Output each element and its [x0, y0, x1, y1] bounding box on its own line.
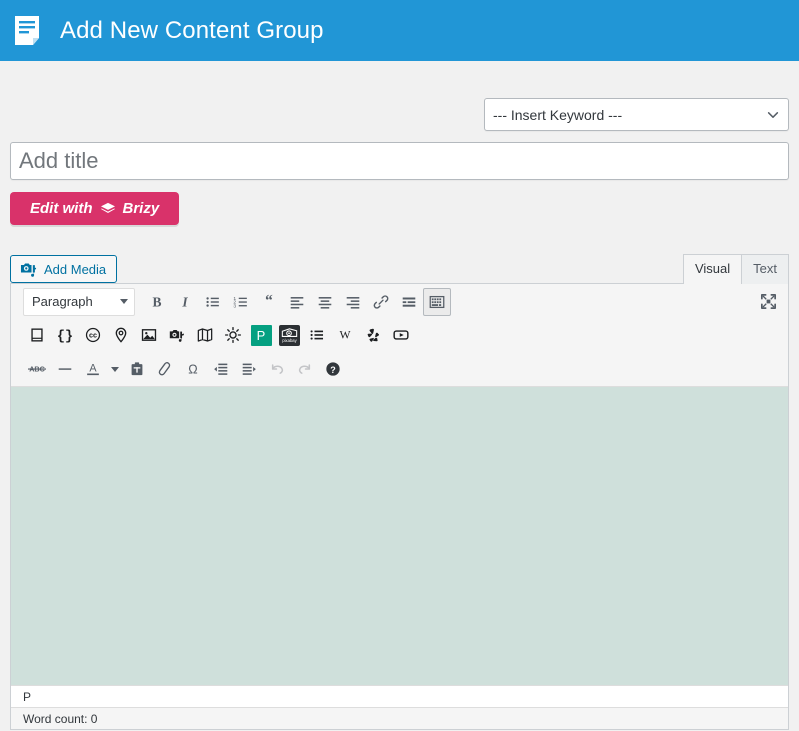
editor-frame: Paragraph B I 1 2 3 “ {} cc P pixabay W …: [10, 283, 789, 730]
title-input[interactable]: [10, 142, 789, 180]
page-content: --- Insert Keyword --- Edit with: [0, 61, 799, 730]
add-media-button[interactable]: Add Media: [10, 255, 118, 283]
align-center-button[interactable]: [311, 288, 339, 316]
text-color-button[interactable]: A: [79, 355, 107, 383]
blockquote-button[interactable]: “: [255, 288, 283, 316]
brizy-layers-icon: [100, 202, 116, 216]
tab-visual[interactable]: Visual: [682, 254, 743, 284]
svg-text:W: W: [339, 329, 351, 342]
caret-down-icon: [120, 299, 128, 304]
page-root: Add New Content Group --- Insert Keyword…: [0, 0, 799, 731]
app-header: Add New Content Group: [0, 0, 799, 61]
format-select-value: Paragraph: [32, 294, 93, 309]
paste-as-text-button[interactable]: [123, 355, 151, 383]
italic-button[interactable]: I: [171, 288, 199, 316]
toolbar-row-1: Paragraph B I 1 2 3 “: [11, 284, 788, 318]
outdent-button[interactable]: [207, 355, 235, 383]
image-button[interactable]: [135, 321, 163, 349]
wikipedia-button[interactable]: W: [331, 321, 359, 349]
title-row: [10, 142, 789, 180]
pixabay-camera-icon: pixabay: [278, 324, 300, 346]
youtube-button[interactable]: [387, 321, 415, 349]
toolbar-toggle-button[interactable]: [423, 287, 451, 316]
brizy-label-before: Edit with: [30, 200, 93, 217]
insert-keyword-select[interactable]: --- Insert Keyword ---: [484, 98, 789, 131]
word-count-label: Word count: 0: [23, 711, 98, 726]
svg-text:pixabay: pixabay: [282, 338, 297, 343]
code-braces-button[interactable]: {}: [51, 321, 79, 349]
word-count-bar: Word count: 0: [11, 707, 788, 729]
svg-text:3: 3: [233, 303, 236, 309]
editor-mode-tabs: Visual Text: [682, 253, 789, 284]
editor-toolbar: Paragraph B I 1 2 3 “ {} cc P pixabay W …: [11, 284, 788, 387]
media-camera-note-icon: [20, 261, 37, 277]
map-button[interactable]: [191, 321, 219, 349]
svg-text:?: ?: [330, 365, 336, 375]
weather-sun-button[interactable]: [219, 321, 247, 349]
svg-text:Ω: Ω: [188, 363, 197, 377]
tab-text[interactable]: Text: [741, 254, 789, 284]
list-button[interactable]: [303, 321, 331, 349]
caret-down-icon: [111, 366, 119, 372]
element-path: P: [23, 689, 32, 704]
svg-text:A: A: [89, 363, 97, 375]
editor-top-row: Add Media Visual Text: [10, 253, 789, 284]
horizontal-rule-button[interactable]: [51, 355, 79, 383]
add-media-label: Add Media: [44, 261, 107, 277]
toolbar-row-2: {} cc P pixabay W: [11, 318, 788, 352]
undo-button[interactable]: [263, 355, 291, 383]
editor-block: Add Media Visual Text Paragraph B I 1 2 …: [10, 253, 789, 730]
book-button[interactable]: [23, 321, 51, 349]
read-more-button[interactable]: [395, 288, 423, 316]
align-left-button[interactable]: [283, 288, 311, 316]
pixabay-button[interactable]: pixabay: [275, 321, 303, 349]
yelp-button[interactable]: [359, 321, 387, 349]
svg-text:cc: cc: [89, 331, 97, 340]
pexels-letter: P: [250, 324, 272, 346]
brizy-label-after: Brizy: [122, 200, 160, 217]
editor-content-area[interactable]: [11, 387, 788, 685]
bold-button[interactable]: B: [143, 288, 171, 316]
text-color-dropdown-button[interactable]: [107, 355, 123, 383]
format-select[interactable]: Paragraph: [23, 287, 135, 316]
brizy-row: Edit with Brizy: [10, 192, 789, 225]
align-right-button[interactable]: [339, 288, 367, 316]
svg-text:B: B: [152, 294, 161, 309]
distraction-free-icon[interactable]: [754, 287, 782, 315]
creative-commons-button[interactable]: cc: [79, 321, 107, 349]
bulleted-list-button[interactable]: [199, 288, 227, 316]
edit-with-brizy-button[interactable]: Edit with Brizy: [10, 192, 180, 225]
keyboard-shortcuts-button[interactable]: ?: [319, 355, 347, 383]
svg-text:I: I: [181, 294, 188, 309]
chevron-down-icon: [766, 108, 780, 122]
element-path-bar: P: [11, 685, 788, 707]
toolbar-row-3: ABC A Ω ?: [11, 352, 788, 386]
svg-text:{}: {}: [57, 330, 73, 345]
svg-text:“: “: [265, 293, 273, 310]
keyword-row: --- Insert Keyword ---: [10, 61, 789, 131]
redo-button[interactable]: [291, 355, 319, 383]
indent-button[interactable]: [235, 355, 263, 383]
document-lines-icon: [12, 14, 46, 48]
clear-formatting-button[interactable]: [151, 355, 179, 383]
numbered-list-button[interactable]: 1 2 3: [227, 288, 255, 316]
map-pin-button[interactable]: [107, 321, 135, 349]
insert-keyword-value: --- Insert Keyword ---: [493, 106, 623, 123]
insert-link-button[interactable]: [367, 288, 395, 316]
special-character-button[interactable]: Ω: [179, 355, 207, 383]
pexels-button[interactable]: P: [247, 321, 275, 349]
media-button[interactable]: [163, 321, 191, 349]
strikethrough-button[interactable]: ABC: [23, 355, 51, 383]
page-title: Add New Content Group: [60, 16, 324, 44]
text-color-group: A: [79, 355, 123, 383]
